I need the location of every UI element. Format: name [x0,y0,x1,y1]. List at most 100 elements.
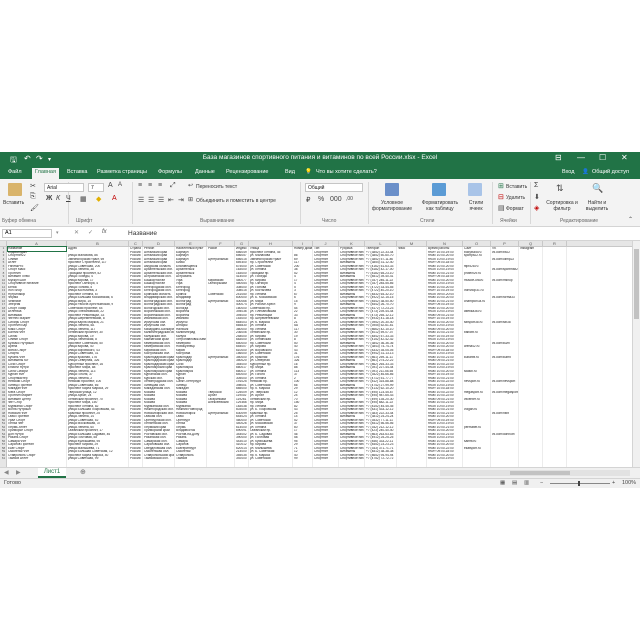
tab-home[interactable]: Главная [32,168,59,179]
align-right-icon[interactable]: ☰ [158,196,164,204]
italic-icon[interactable]: К [56,195,60,202]
cut-icon[interactable]: ✂ [30,182,36,190]
share-button[interactable]: Общий доступ [592,169,629,175]
vertical-scrollbar[interactable] [632,241,640,467]
clear-icon[interactable]: ◈ [534,204,539,212]
close-icon[interactable]: ✕ [621,153,628,162]
wrap-text-icon[interactable]: ↩ [188,182,193,189]
tab-review[interactable]: Рецензирование [226,169,268,175]
tab-page-layout[interactable]: Разметка страницы [97,169,147,175]
prev-sheet-icon[interactable]: ◀ [4,469,9,476]
decimal-icon[interactable]: ,00 [346,196,353,202]
table-cell[interactable] [398,457,426,461]
orientation-icon[interactable]: ⤢ [170,182,176,190]
tab-file[interactable]: Файл [8,169,22,175]
save-icon[interactable]: 🖫 [10,154,17,168]
tell-me-search[interactable]: Что вы хотите сделать? [316,169,377,175]
table-cell[interactable] [520,457,542,461]
cell-styles-button[interactable]: Стили ячеек [462,200,490,212]
table-cell[interactable]: Спортивное питание [340,457,364,461]
underline-icon[interactable]: Ч [66,195,71,202]
tab-view[interactable]: Вид [285,169,295,175]
customize-qat-icon[interactable]: ▾ [48,156,51,163]
wrap-text-button[interactable]: Переносить текст [196,184,237,190]
align-center-icon[interactable]: ☰ [148,196,154,204]
zoom-in-icon[interactable]: + [612,480,615,486]
table-cell[interactable]: 392000 [236,457,248,461]
table-cell[interactable]: Россия [130,457,142,461]
conditional-format-button[interactable]: Условное форматирование [368,200,416,212]
sign-in-link[interactable]: Вход [562,169,574,175]
fill-color-icon[interactable]: ◆ [96,195,101,203]
sort-filter-icon[interactable]: ⇅ [556,183,564,194]
fill-icon[interactable]: ⬇ [534,193,540,201]
delete-cells-icon[interactable]: ⊟ [498,193,504,201]
format-cells-button[interactable]: Формат [506,206,524,212]
borders-icon[interactable]: ▦ [80,195,87,203]
view-page-break-icon[interactable]: ▥ [524,480,529,486]
table-cell[interactable]: улица Советская, 99 [68,457,128,461]
find-select-button[interactable]: Найти и выделить [580,200,614,212]
grow-font-icon[interactable]: A [108,182,113,189]
horizontal-scrollbar[interactable] [440,470,630,476]
comma-style-icon[interactable]: 000 [330,196,342,203]
decrease-indent-icon[interactable]: ⇤ [168,196,174,204]
share-icon[interactable]: 👤 [582,169,589,175]
merge-icon[interactable]: ⊞ [188,196,193,203]
autosum-icon[interactable]: Σ [534,182,538,189]
copy-icon[interactable]: ⎘ [30,193,36,201]
table-cell[interactable]: Тамбовская обл. [144,457,174,461]
percent-icon[interactable]: % [318,196,324,203]
tab-insert[interactable]: Вставка [67,169,87,175]
table-cell[interactable]: Тамбов [176,457,206,461]
cell-styles-icon[interactable] [468,183,482,196]
zoom-out-icon[interactable]: − [540,480,543,486]
font-size-select[interactable]: 7 [88,183,104,192]
next-sheet-icon[interactable]: ▶ [16,469,21,476]
number-format-select[interactable]: Общий [305,183,363,192]
table-cell[interactable]: Спортпит [314,457,338,461]
maximize-icon[interactable]: ☐ [599,153,606,162]
insert-function-icon[interactable]: fx [102,229,107,235]
font-color-icon[interactable]: A [112,195,117,202]
font-name-select[interactable]: Arial [44,183,84,192]
format-table-button[interactable]: Форматировать как таблицу [418,200,462,212]
conditional-format-icon[interactable] [385,183,399,196]
table-cell[interactable]: пн-сб 10:00-19:00 [428,457,462,461]
table-cell[interactable] [492,457,518,461]
formula-input[interactable]: Название [128,230,157,237]
bold-icon[interactable]: Ж [46,195,52,202]
table-cell[interactable] [464,457,490,461]
table-cell[interactable]: +7 (4752) 72-72-72 [366,457,396,461]
align-left-icon[interactable]: ☰ [138,196,144,204]
format-table-icon[interactable] [432,183,446,196]
zoom-slider[interactable] [550,483,610,484]
namebox-dropdown-icon[interactable]: ▾ [56,230,59,236]
table-cell[interactable] [208,457,234,461]
increase-indent-icon[interactable]: ⇥ [178,196,184,204]
format-painter-icon[interactable]: 🖌 [30,204,39,212]
find-icon[interactable]: 🔍 [592,183,603,194]
table-cell[interactable]: ул. Советская [250,457,292,461]
minimize-icon[interactable]: — [577,153,585,162]
zoom-level[interactable]: 100% [622,480,636,486]
cancel-icon[interactable]: ✕ [74,229,79,236]
delete-cells-button[interactable]: Удалить [506,195,525,201]
merge-center-button[interactable]: Объединить и поместить в центре [196,198,276,204]
table-cell[interactable]: Тамбов Атлет [8,457,66,461]
format-cells-icon[interactable]: ▤ [498,204,505,212]
align-middle-icon[interactable]: ≡ [148,182,152,189]
shrink-font-icon[interactable]: A [118,182,122,188]
name-box[interactable]: A1 [2,229,52,238]
align-bottom-icon[interactable]: ≡ [158,182,162,189]
zoom-slider-thumb[interactable] [578,481,580,486]
redo-icon[interactable]: ↷ [36,154,43,163]
worksheet-grid[interactable]: ABCDEFGHIJKLMNOPQR 1 2 3 4 5 6 7 8 9 10 11 12 13 14 15… [0,241,632,467]
insert-cells-icon[interactable]: ⊞ [498,182,504,190]
align-top-icon[interactable]: ≡ [138,182,142,189]
paste-icon[interactable] [8,183,22,196]
insert-cells-button[interactable]: Вставить [506,184,527,190]
new-sheet-icon[interactable]: ⊕ [80,468,86,476]
view-page-layout-icon[interactable]: ▤ [512,480,517,486]
vertical-scroll-thumb[interactable] [634,249,639,319]
